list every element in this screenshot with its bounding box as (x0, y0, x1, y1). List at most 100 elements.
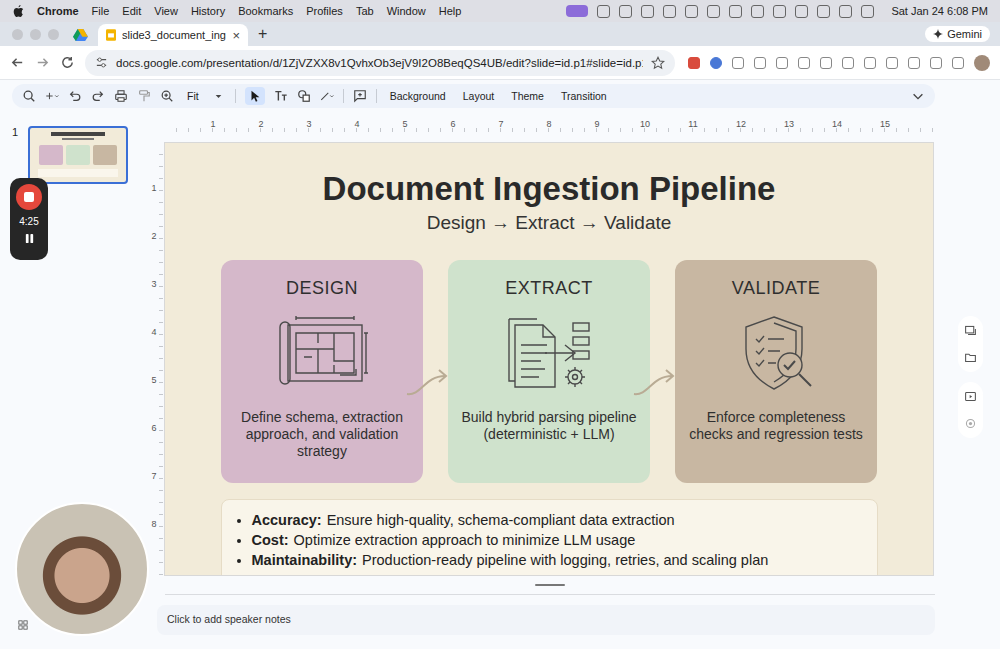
status-icon[interactable] (817, 5, 830, 18)
new-tab-button[interactable]: + (258, 25, 267, 43)
folder-icon[interactable] (964, 351, 977, 364)
drive-icon[interactable] (73, 28, 88, 41)
toolbar-button[interactable]: Theme (507, 90, 548, 102)
zoom-icon[interactable] (160, 89, 174, 103)
status-icon[interactable] (566, 5, 588, 17)
extension-icon[interactable] (688, 57, 700, 69)
slide-subtitle[interactable]: Design → Extract → Validate (427, 211, 672, 235)
minimize-light[interactable] (30, 29, 41, 40)
screen: Chrome File Edit View History Bookmarks Profil… (0, 0, 1000, 649)
extension-icon[interactable] (842, 57, 854, 69)
bookmark-star-icon[interactable] (651, 56, 665, 70)
vertical-ruler[interactable]: 12345678 (145, 143, 163, 575)
stage-card[interactable]: DESIGNDefine schema, extraction approach… (221, 260, 423, 483)
menu-item[interactable]: File (92, 5, 110, 17)
status-icon[interactable] (619, 5, 632, 18)
status-icon[interactable] (773, 5, 786, 18)
horizontal-ruler[interactable]: 123456789101112131415 (165, 116, 935, 132)
browser-tab[interactable]: slide3_document_ingestion.× (98, 24, 248, 46)
ruler-number: 14 (813, 119, 861, 129)
app-menu[interactable]: Chrome (37, 5, 79, 17)
url-field[interactable]: docs.google.com/presentation/d/1ZjVZXX8v… (85, 50, 675, 76)
slide-title[interactable]: Document Ingestion Pipeline (323, 169, 776, 209)
speaker-notes[interactable]: Click to add speaker notes (157, 605, 935, 635)
slides-panel-icon[interactable] (964, 324, 977, 337)
record-icon[interactable] (964, 417, 977, 430)
paint-format-icon[interactable] (137, 89, 151, 103)
new-slide-icon[interactable] (45, 89, 59, 103)
clock[interactable]: Sat Jan 24 6:08 PM (891, 5, 988, 17)
slide-thumbnail-item[interactable]: 1 (12, 126, 145, 184)
comment-icon[interactable] (353, 89, 367, 103)
extension-icon[interactable] (930, 57, 942, 69)
menu-item[interactable]: Window (387, 5, 426, 17)
status-icon[interactable] (839, 5, 852, 18)
notes-divider[interactable] (165, 575, 935, 595)
ruler-number: 3 (285, 119, 333, 129)
bullet-list[interactable]: Accuracy:Ensure high-quality, schema-com… (221, 499, 878, 575)
site-info-icon[interactable] (95, 56, 108, 69)
menu-item[interactable]: History (191, 5, 225, 17)
toolbar-button[interactable]: Transition (557, 90, 611, 102)
reload-icon[interactable] (60, 55, 75, 70)
toolbar-button[interactable]: Layout (459, 90, 499, 102)
slide-thumbnail[interactable] (28, 126, 128, 184)
extension-icon[interactable] (710, 57, 722, 69)
gemini-button[interactable]: Gemini (925, 26, 990, 42)
extension-icon[interactable] (776, 57, 788, 69)
grid-view-icon[interactable] (18, 620, 28, 630)
extension-icon[interactable] (864, 57, 876, 69)
back-icon[interactable] (10, 55, 25, 70)
status-icon[interactable] (861, 5, 874, 18)
line-icon[interactable] (320, 89, 334, 103)
status-icon[interactable] (641, 5, 654, 18)
menu-item[interactable]: View (154, 5, 178, 17)
webcam-video (15, 502, 149, 636)
text-box-icon[interactable] (274, 89, 288, 103)
status-icon[interactable] (707, 5, 720, 18)
extension-icon[interactable] (798, 57, 810, 69)
collapse-chevron-icon[interactable] (911, 89, 925, 103)
pause-icon[interactable] (24, 233, 35, 244)
profile-avatar[interactable] (974, 55, 990, 71)
present-icon[interactable] (964, 390, 977, 403)
undo-icon[interactable] (68, 89, 82, 103)
select-tool[interactable] (245, 87, 265, 105)
extension-icon[interactable] (952, 57, 964, 69)
forward-icon[interactable] (35, 55, 50, 70)
menu-item[interactable]: Profiles (306, 5, 343, 17)
extension-icon[interactable] (754, 57, 766, 69)
status-icon[interactable] (795, 5, 808, 18)
close-light[interactable] (12, 29, 23, 40)
redo-icon[interactable] (91, 89, 105, 103)
menu-item[interactable]: Bookmarks (238, 5, 293, 17)
status-icon[interactable] (597, 5, 610, 18)
menu-item[interactable]: Tab (356, 5, 374, 17)
toolbar-button[interactable]: Background (386, 90, 450, 102)
status-icon[interactable] (685, 5, 698, 18)
slides-app: Fit Background Layout Theme Transition 112345… (0, 80, 1000, 649)
extension-icon[interactable] (820, 57, 832, 69)
menu-item[interactable]: Help (439, 5, 462, 17)
ruler-number: 8 (525, 119, 573, 129)
status-icon[interactable] (729, 5, 742, 18)
print-icon[interactable] (114, 89, 128, 103)
search-icon[interactable] (22, 89, 36, 103)
zoom-light[interactable] (48, 29, 59, 40)
menu-item[interactable]: Edit (122, 5, 141, 17)
shape-icon[interactable] (297, 89, 311, 103)
status-icon[interactable] (663, 5, 676, 18)
extension-icon[interactable] (732, 57, 744, 69)
stage-card[interactable]: VALIDATEEnforce completeness checks and … (675, 260, 877, 483)
status-icon[interactable] (751, 5, 764, 18)
extension-icon[interactable] (886, 57, 898, 69)
extension-icon[interactable] (908, 57, 920, 69)
stop-recording-button[interactable] (16, 184, 42, 210)
apple-icon[interactable] (12, 4, 24, 18)
tab-close-button[interactable]: × (232, 28, 240, 43)
slide-canvas[interactable]: Document Ingestion PipelineDesign → Extr… (165, 143, 933, 575)
ruler-number: 5 (381, 119, 429, 129)
zoom-dropdown[interactable]: Fit (183, 90, 226, 102)
stage-card[interactable]: EXTRACTBuild hybrid parsing pipeline (de… (448, 260, 650, 483)
ruler-number: 5 (151, 375, 156, 423)
